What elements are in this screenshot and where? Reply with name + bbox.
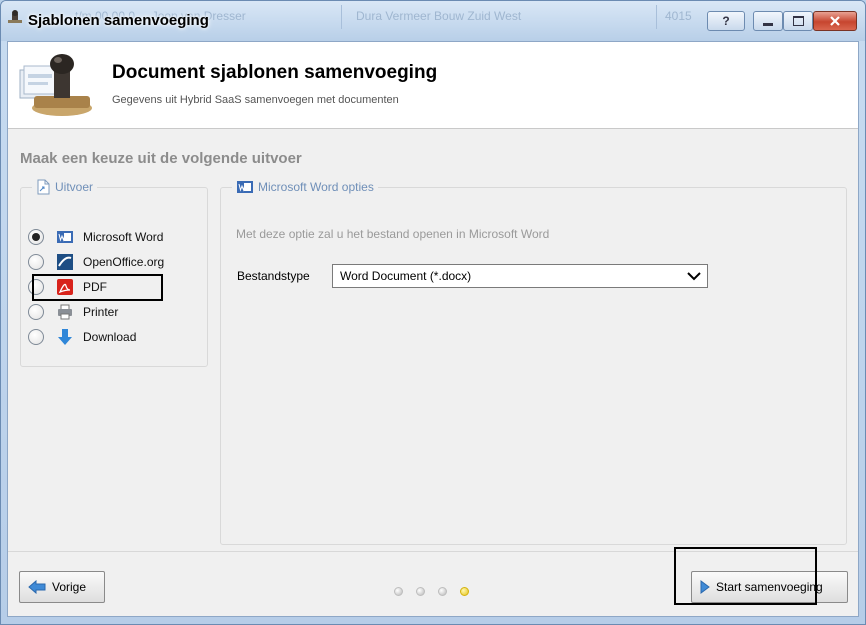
- document-icon: [37, 179, 50, 195]
- pdf-highlight-box: [32, 274, 163, 301]
- option-microsoft-word[interactable]: Microsoft Word: [28, 227, 163, 247]
- section-title: Maak een keuze uit de volgende uitvoer: [20, 150, 302, 167]
- help-button[interactable]: ?: [707, 11, 745, 31]
- stamp-icon: [19, 54, 92, 116]
- radio-openoffice[interactable]: [28, 254, 44, 270]
- help-icon: ?: [722, 14, 730, 28]
- background-separator: [656, 5, 657, 29]
- option-label: Printer: [83, 305, 119, 319]
- merge-window: t/m 00 00 0 ... Joop van Dresser Dura Ve…: [0, 0, 866, 625]
- printer-icon: [56, 303, 74, 321]
- word-options-legend-label: Microsoft Word opties: [258, 180, 374, 194]
- openoffice-icon: [56, 253, 74, 271]
- close-button[interactable]: [813, 11, 857, 31]
- background-tab: Dura Vermeer Bouw Zuid West: [356, 9, 522, 23]
- step-indicator: [394, 587, 469, 596]
- dialog-title: Document sjablonen samenvoeging: [112, 62, 438, 83]
- option-openoffice[interactable]: OpenOffice.org: [28, 252, 164, 272]
- download-icon: [56, 328, 74, 346]
- minimize-button[interactable]: [753, 11, 783, 31]
- output-legend: Uitvoer: [32, 179, 98, 195]
- minimize-icon: [763, 22, 773, 26]
- filetype-label: Bestandstype: [237, 269, 310, 283]
- word-icon: [56, 228, 74, 246]
- start-highlight-box: [674, 547, 817, 605]
- chevron-down-icon: [687, 271, 701, 280]
- radio-printer[interactable]: [28, 304, 44, 320]
- step-dot: [416, 587, 425, 596]
- maximize-icon: [792, 16, 804, 26]
- title-bar[interactable]: t/m 00 00 0 ... Joop van Dresser Dura Ve…: [1, 1, 865, 41]
- radio-microsoft-word[interactable]: [28, 229, 44, 245]
- option-printer[interactable]: Printer: [28, 302, 118, 322]
- arrow-left-icon: [28, 580, 46, 594]
- output-legend-label: Uitvoer: [55, 180, 94, 194]
- word-icon: [237, 181, 253, 193]
- option-download[interactable]: Download: [28, 327, 136, 347]
- back-button[interactable]: Vorige: [19, 571, 105, 603]
- dialog-subtitle: Gegevens uit Hybrid SaaS samenvoegen met…: [112, 94, 399, 106]
- window-title: Sjablonen samenvoeging: [28, 12, 209, 29]
- maximize-button[interactable]: [783, 11, 813, 31]
- close-icon: [830, 16, 840, 26]
- option-label: OpenOffice.org: [83, 255, 165, 269]
- option-label: Microsoft Word: [83, 230, 164, 244]
- stamp-icon: [8, 10, 22, 23]
- step-dot: [438, 587, 447, 596]
- radio-download[interactable]: [28, 329, 44, 345]
- option-label: Download: [83, 330, 137, 344]
- step-dot: [394, 587, 403, 596]
- background-separator: [341, 5, 342, 29]
- dialog-header: Document sjablonen samenvoeging Gegevens…: [8, 42, 858, 129]
- background-tab: 4015: [665, 9, 692, 23]
- word-options-description: Met deze optie zal u het bestand openen …: [236, 227, 550, 241]
- word-options-legend: Microsoft Word opties: [232, 179, 378, 195]
- radio-selected-dot: [32, 233, 40, 241]
- filetype-select[interactable]: Word Document (*.docx): [332, 264, 708, 288]
- step-dot-active: [460, 587, 469, 596]
- filetype-value: Word Document (*.docx): [340, 269, 472, 283]
- back-button-label: Vorige: [52, 580, 87, 594]
- dialog-body: Document sjablonen samenvoeging Gegevens…: [7, 41, 859, 617]
